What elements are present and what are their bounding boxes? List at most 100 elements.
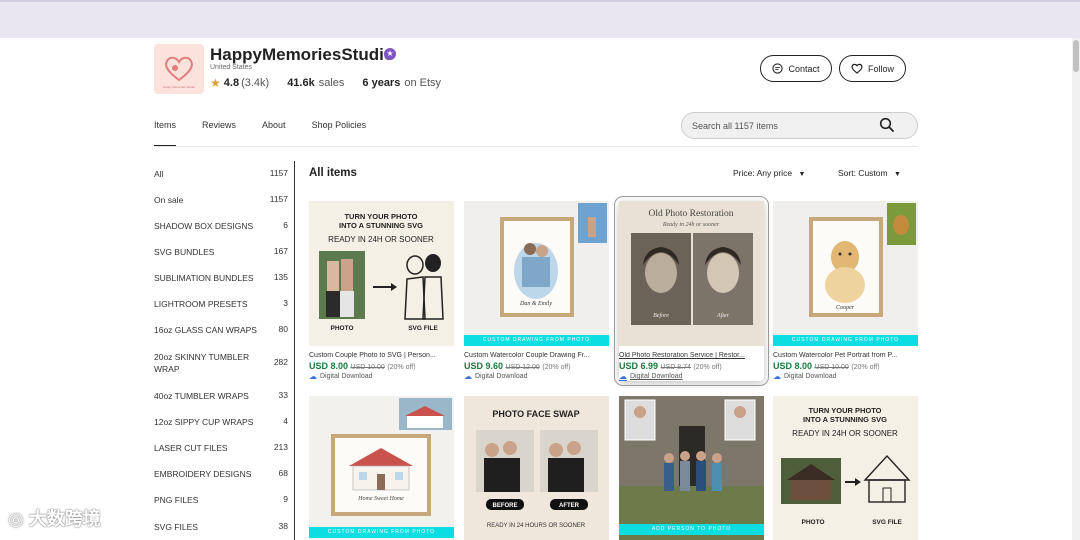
- sidebar-item-glass-can[interactable]: 16oz GLASS CAN WRAPS 80: [154, 324, 288, 336]
- svg-text:SVG FILE: SVG FILE: [408, 325, 438, 332]
- contact-label: Contact: [788, 63, 820, 74]
- svg-text:Ready in 24h or sooner: Ready in 24h or sooner: [662, 221, 720, 228]
- page-scrollbar[interactable]: [1072, 38, 1080, 540]
- svg-text:Home Sweet Home: Home Sweet Home: [357, 496, 404, 502]
- cloud-download-icon: ☁: [464, 372, 472, 381]
- listing-image[interactable]: TURN YOUR PHOTO INTO A STUNNING SVG READ…: [309, 201, 454, 346]
- digital-download-label: ☁ Digital Download: [464, 372, 528, 381]
- listing-title[interactable]: Custom Watercolor Couple Drawing Fr...: [464, 352, 609, 359]
- face-swap-image: PHOTO FACE SWAP BEFORE AFTER READY IN 24…: [476, 409, 598, 529]
- contact-button[interactable]: Contact: [760, 55, 832, 82]
- svg-text:INTO A STUNNING SVG: INTO A STUNNING SVG: [803, 415, 887, 424]
- listing-price: USD 9.60 USD 12.00 (20% off): [464, 361, 571, 371]
- listing-card[interactable]: PHOTO FACE SWAP BEFORE AFTER READY IN 24…: [464, 396, 609, 540]
- shop-logo[interactable]: Happy Memories Studio: [154, 44, 204, 94]
- listing-image[interactable]: Cooper CUSTOM DRAWING FROM PHOTO: [773, 201, 918, 346]
- listing-card[interactable]: Cooper CUSTOM DRAWING FROM PHOTO Custom …: [773, 201, 918, 381]
- price-filter-dropdown[interactable]: Price: Any price ▼: [733, 168, 805, 178]
- listing-price: USD 8.00 USD 10.00 (20% off): [773, 361, 880, 371]
- listing-image[interactable]: ADD PERSON TO PHOTO: [619, 396, 764, 540]
- listing-title[interactable]: Custom Watercolor Pet Portrait from P...: [773, 352, 918, 359]
- browser-top-bar: [0, 0, 1080, 38]
- heart-logo-icon: Happy Memories Studio: [163, 56, 195, 89]
- listing-banner: CUSTOM DRAWING FROM PHOTO: [773, 335, 918, 346]
- follow-button[interactable]: Follow: [839, 55, 906, 82]
- tab-shop-policies[interactable]: Shop Policies: [312, 120, 367, 138]
- listing-banner: CUSTOM DRAWING FROM PHOTO: [464, 335, 609, 346]
- shop-name[interactable]: HappyMemoriesStudio: [210, 45, 394, 65]
- reviews-count[interactable]: (3.4k): [241, 77, 269, 89]
- sort-dropdown[interactable]: Sort: Custom ▼: [838, 168, 901, 178]
- caret-down-icon: ▼: [798, 171, 806, 178]
- sidebar-item-embroidery[interactable]: EMBROIDERY DESIGNS 68: [154, 468, 288, 480]
- scrollbar-thumb[interactable]: [1073, 40, 1079, 72]
- sidebar-item-on-sale[interactable]: On sale 1157: [154, 194, 288, 206]
- photo-to-svg-image: TURN YOUR PHOTO INTO A STUNNING SVG READ…: [319, 212, 444, 332]
- listing-card[interactable]: TURN YOUR PHOTO INTO A STUNNING SVG READ…: [773, 396, 918, 540]
- listing-image[interactable]: TURN YOUR PHOTO INTO A STUNNING SVG READ…: [773, 396, 918, 540]
- svg-text:AFTER: AFTER: [559, 503, 580, 509]
- sidebar-item-svg-bundles[interactable]: SVG BUNDLES 167: [154, 246, 288, 258]
- sidebar-item-shadow-box[interactable]: SHADOW BOX DESIGNS 6: [154, 220, 288, 232]
- watercolor-couple-image: Dan & Emily: [500, 203, 607, 317]
- sidebar-item-sippy-cup[interactable]: 12oz SIPPY CUP WRAPS 4: [154, 416, 288, 428]
- listing-card[interactable]: TURN YOUR PHOTO INTO A STUNNING SVG READ…: [309, 201, 454, 381]
- svg-text:READY IN 24H OR SOONER: READY IN 24H OR SOONER: [792, 429, 898, 438]
- listing-banner: CUSTOM DRAWING FROM PHOTO: [309, 527, 454, 538]
- shop-rating: 4.8: [223, 77, 240, 89]
- listing-image[interactable]: PHOTO FACE SWAP BEFORE AFTER READY IN 24…: [464, 396, 609, 540]
- tab-items[interactable]: Items: [154, 120, 177, 147]
- tab-about[interactable]: About: [262, 120, 286, 138]
- svg-text:After: After: [716, 312, 730, 319]
- svg-text:READY IN 24 HOURS OR SOONER: READY IN 24 HOURS OR SOONER: [487, 523, 586, 529]
- svg-text:PHOTO FACE SWAP: PHOTO FACE SWAP: [492, 409, 579, 419]
- digital-download-label: ☁ Digital Download: [619, 372, 683, 381]
- sidebar-item-sublimation[interactable]: SUBLIMATION BUNDLES 135: [154, 272, 288, 284]
- svg-text:Old Photo Restoration: Old Photo Restoration: [649, 209, 734, 219]
- sidebar-item-lightroom[interactable]: LIGHTROOM PRESETS 3: [154, 298, 288, 310]
- shop-tabs: Items Reviews About Shop Policies: [154, 120, 392, 147]
- sidebar-divider: [294, 161, 295, 540]
- shop-location: United States: [210, 64, 253, 71]
- sidebar-item-png-files[interactable]: PNG FILES 9: [154, 494, 288, 506]
- listing-card[interactable]: Home Sweet Home CUSTOM DRAWING FROM PHOT…: [309, 396, 454, 540]
- sidebar-item-40oz-tumbler[interactable]: 40oz TUMBLER WRAPS 33: [154, 390, 288, 402]
- listing-image[interactable]: Old Photo Restoration Ready in 24h or so…: [619, 201, 764, 346]
- digital-download-label: ☁ Digital Download: [773, 372, 837, 381]
- svg-text:TURN YOUR PHOTO: TURN YOUR PHOTO: [344, 212, 417, 221]
- svg-text:INTO A STUNNING SVG: INTO A STUNNING SVG: [339, 221, 423, 230]
- search-icon[interactable]: [879, 117, 895, 133]
- svg-text:SVG FILE: SVG FILE: [872, 519, 902, 526]
- listing-image[interactable]: Dan & Emily CUSTOM DRAWING FROM PHOTO: [464, 201, 609, 346]
- svg-text:PHOTO: PHOTO: [802, 519, 825, 526]
- sidebar-item-laser-cut[interactable]: LASER CUT FILES 213: [154, 442, 288, 454]
- photo-restoration-image: Old Photo Restoration Ready in 24h or so…: [619, 201, 764, 346]
- svg-text:READY IN 24H OR SOONER: READY IN 24H OR SOONER: [328, 235, 434, 244]
- svg-text:BEFORE: BEFORE: [492, 503, 517, 509]
- svg-text:PHOTO: PHOTO: [331, 325, 354, 332]
- svg-text:Before: Before: [653, 312, 669, 319]
- watermark-icon: ◎: [8, 509, 24, 529]
- sales-number: 41.6k: [287, 77, 315, 89]
- listing-title[interactable]: Custom Couple Photo to SVG | Person...: [309, 352, 454, 359]
- star-icon: ★: [210, 76, 221, 90]
- shop-stats: ★ 4.8 (3.4k) 41.6k sales 6 years on Etsy: [210, 76, 441, 90]
- sidebar-item-svg-files[interactable]: SVG FILES 38: [154, 521, 288, 533]
- listing-card[interactable]: ADD PERSON TO PHOTO: [619, 396, 764, 540]
- sidebar-item-all[interactable]: All 1157: [154, 168, 288, 180]
- sidebar-item-skinny-tumbler[interactable]: 20oz SKINNY TUMBLER WRAP 282: [154, 351, 288, 375]
- svg-text:TURN YOUR PHOTO: TURN YOUR PHOTO: [808, 406, 881, 415]
- listing-card[interactable]: Dan & Emily CUSTOM DRAWING FROM PHOTO Cu…: [464, 201, 609, 381]
- listing-card-hovered[interactable]: Old Photo Restoration Ready in 24h or so…: [614, 196, 769, 386]
- follow-label: Follow: [867, 63, 894, 74]
- section-heading: All items: [309, 167, 357, 179]
- heart-icon: [851, 63, 863, 74]
- tab-reviews[interactable]: Reviews: [202, 120, 236, 138]
- add-person-image: [619, 396, 764, 540]
- cloud-download-icon: ☁: [773, 372, 781, 381]
- caret-down-icon: ▼: [893, 171, 901, 178]
- listing-image[interactable]: Home Sweet Home CUSTOM DRAWING FROM PHOT…: [309, 396, 454, 540]
- house-to-svg-image: TURN YOUR PHOTO INTO A STUNNING SVG READ…: [781, 406, 911, 526]
- cloud-download-icon: ☁: [309, 372, 317, 381]
- listing-title[interactable]: Old Photo Restoration Service | Restor..…: [619, 352, 764, 359]
